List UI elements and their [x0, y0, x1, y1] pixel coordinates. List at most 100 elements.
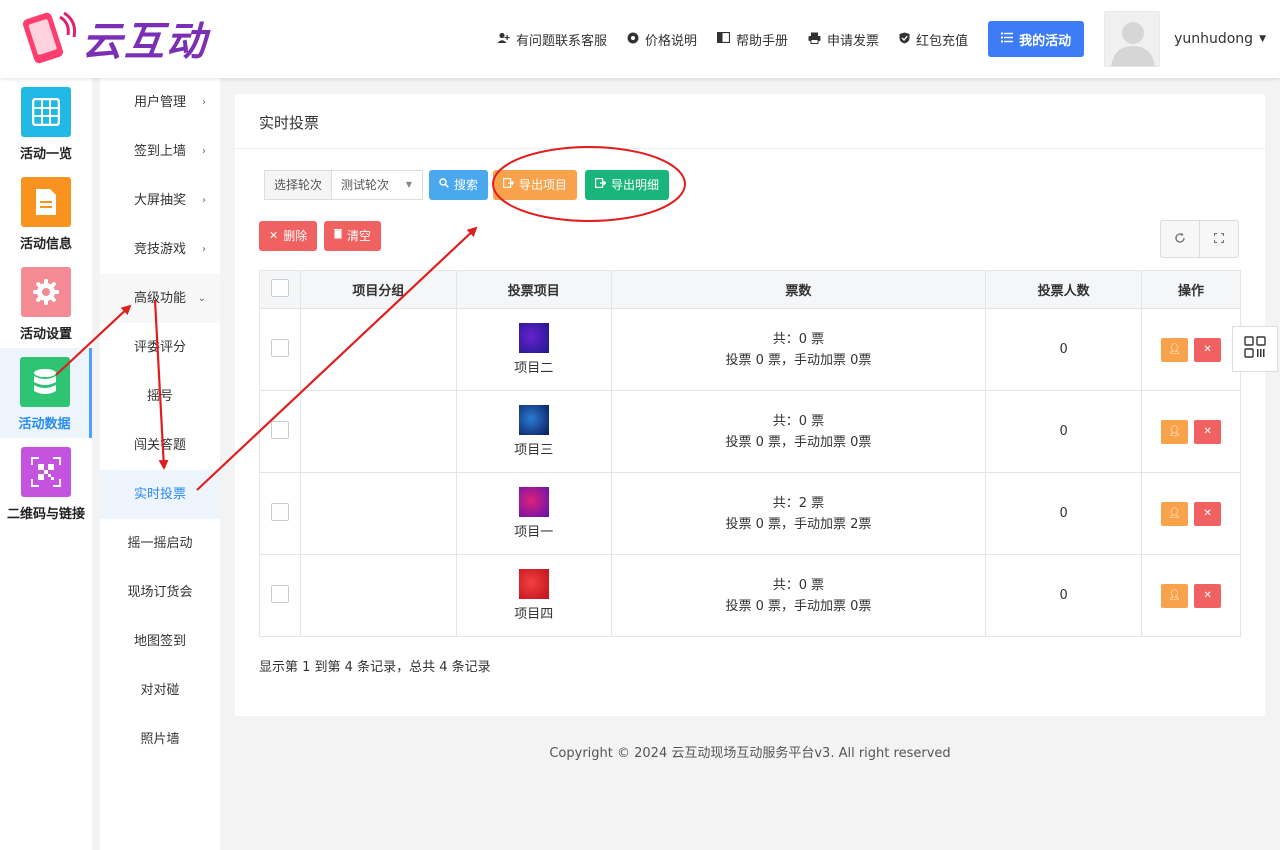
nav-contact-support[interactable]: 有问题联系客服: [497, 30, 607, 49]
item-thumbnail[interactable]: [518, 487, 549, 517]
refresh-button[interactable]: [1160, 220, 1200, 258]
column-header: 投票人数: [985, 270, 1143, 309]
fullscreen-button[interactable]: [1199, 220, 1239, 258]
item-thumbnail[interactable]: [518, 405, 549, 435]
submenu-realtime-voting[interactable]: 实时投票: [100, 470, 220, 519]
delete-row-button[interactable]: ✕: [1194, 419, 1222, 444]
submenu-label: 签到上墙: [133, 144, 186, 159]
add-votes-button[interactable]: 👤︎: [1161, 501, 1189, 526]
chevron-right-icon: ›: [202, 97, 206, 108]
group-cell: [299, 472, 457, 555]
chevron-down-icon: ⌄: [197, 293, 206, 304]
item-name: 项目一: [514, 525, 554, 540]
nav-redpacket-recharge[interactable]: 红包充值: [899, 30, 968, 49]
delete-button[interactable]: ✕ 删除: [259, 221, 318, 251]
gear-icon: [21, 267, 71, 317]
search-button-label: 搜索: [454, 178, 479, 192]
submenu-advanced-features[interactable]: 高级功能 ⌄: [100, 274, 220, 323]
table-row: 项目二 共：0 票 投票 0 票，手动加票 0票 0 👤︎ ✕: [259, 308, 1241, 391]
row-checkbox[interactable]: [270, 420, 289, 439]
clear-button[interactable]: 清空: [324, 221, 382, 251]
submenu-big-screen-lottery[interactable]: 大屏抽奖 ›: [100, 176, 220, 225]
submenu-label: 高级功能: [133, 291, 186, 306]
submenu-map-signin[interactable]: 地图签到: [100, 617, 220, 666]
close-icon: ✕: [1203, 589, 1212, 601]
submenu-lottery-number[interactable]: 摇号: [100, 372, 220, 421]
category-activity-overview[interactable]: 活动一览: [0, 78, 92, 168]
submenu-label: 评委评分: [133, 340, 186, 355]
item-thumbnail[interactable]: [518, 569, 549, 599]
submenu-match-pairs[interactable]: 对对碰: [100, 666, 220, 715]
actions-cell: 👤︎ ✕: [1141, 472, 1241, 555]
clear-button-label: 清空: [347, 229, 372, 243]
nav-help-manual[interactable]: 帮助手册: [716, 30, 788, 49]
my-activity-label: 我的活动: [1019, 33, 1072, 49]
avatar[interactable]: [1104, 11, 1161, 67]
submenu-user-management[interactable]: 用户管理 ›: [100, 78, 220, 127]
select-all-checkbox[interactable]: [270, 278, 289, 297]
submenu-order-fair[interactable]: 现场订货会: [100, 568, 220, 617]
category-activity-data[interactable]: 活动数据: [0, 348, 92, 438]
chevron-right-icon: ›: [202, 146, 206, 157]
export-detail-button[interactable]: 导出明细: [585, 170, 670, 200]
chevron-right-icon: ›: [202, 244, 206, 255]
voting-table: 项目分组 投票项目 票数 投票人数 操作 项目二 共：0 票 投票 0 票，手动…: [259, 270, 1241, 637]
item-cell: 项目四: [455, 554, 612, 637]
caret-down-icon: ▼: [405, 180, 413, 189]
round-select[interactable]: 测试轮次 ▼: [331, 170, 424, 200]
delete-row-button[interactable]: ✕: [1194, 501, 1222, 526]
nav-apply-invoice[interactable]: 申请发票: [808, 30, 879, 49]
add-votes-button[interactable]: 👤︎: [1161, 337, 1189, 362]
add-votes-button[interactable]: 👤︎: [1161, 419, 1189, 444]
phone-logo-icon: [20, 9, 78, 67]
voters-cell: 0: [985, 390, 1143, 473]
submenu-signin-wall[interactable]: 签到上墙 ›: [100, 127, 220, 176]
category-activity-info[interactable]: 活动信息: [0, 168, 92, 258]
caret-down-icon: ▼: [1259, 34, 1266, 44]
votes-cell: 共：0 票 投票 0 票，手动加票 0票: [610, 308, 987, 391]
votes-total: 共：0 票: [772, 413, 825, 429]
export-items-button[interactable]: 导出项目: [493, 170, 578, 200]
table-row: 项目一 共：2 票 投票 0 票，手动加票 2票 0 👤︎ ✕: [259, 472, 1241, 555]
floating-qrcode-button[interactable]: [1232, 326, 1278, 372]
search-button[interactable]: 搜索: [429, 170, 489, 200]
submenu-label: 摇一摇启动: [127, 536, 193, 551]
submenu-quiz-challenge[interactable]: 闯关答题: [100, 421, 220, 470]
user-icon: 👤︎: [1168, 425, 1181, 437]
delete-row-button[interactable]: ✕: [1194, 337, 1222, 362]
item-name: 项目四: [514, 607, 554, 622]
category-label: 活动数据: [18, 417, 71, 432]
voters-cell: 0: [985, 308, 1143, 391]
category-qrcode-links[interactable]: 二维码与链接: [0, 438, 92, 528]
submenu-shake-start[interactable]: 摇一摇启动: [100, 519, 220, 568]
nav-pricing[interactable]: 价格说明: [627, 30, 697, 49]
submenu-judge-scoring[interactable]: 评委评分: [100, 323, 220, 372]
user-icon: 👤︎: [1168, 343, 1181, 355]
add-votes-button[interactable]: 👤︎: [1161, 583, 1189, 608]
delete-row-button[interactable]: ✕: [1194, 583, 1222, 608]
logo[interactable]: 云互动: [20, 8, 230, 68]
user-icon: 👤︎: [1168, 589, 1181, 601]
item-name: 项目二: [514, 361, 554, 376]
submenu-label: 实时投票: [133, 487, 186, 502]
row-checkbox[interactable]: [270, 584, 289, 603]
item-thumbnail[interactable]: [518, 323, 549, 353]
grid-icon: [21, 87, 71, 137]
user-menu[interactable]: yunhudong ▼: [1174, 31, 1266, 47]
category-label: 活动信息: [19, 237, 72, 252]
category-activity-settings[interactable]: 活动设置: [0, 258, 92, 348]
submenu-label: 竞技游戏: [133, 242, 186, 257]
submenu-label: 照片墙: [140, 732, 180, 747]
username: yunhudong: [1174, 31, 1254, 47]
search-icon: [439, 170, 449, 200]
actions-cell: 👤︎ ✕: [1141, 308, 1241, 391]
row-checkbox[interactable]: [270, 502, 289, 521]
row-checkbox[interactable]: [270, 338, 289, 357]
delete-button-label: 删除: [283, 229, 308, 243]
submenu-photo-wall[interactable]: 照片墙: [100, 715, 220, 764]
item-name: 项目三: [514, 443, 554, 458]
my-activity-button[interactable]: 我的活动: [988, 21, 1085, 57]
submenu-competitive-games[interactable]: 竞技游戏 ›: [100, 225, 220, 274]
row-select-cell: [259, 308, 301, 391]
footer-copyright: Copyright © 2024 云互动现场互动服务平台v3. All righ…: [549, 746, 951, 761]
